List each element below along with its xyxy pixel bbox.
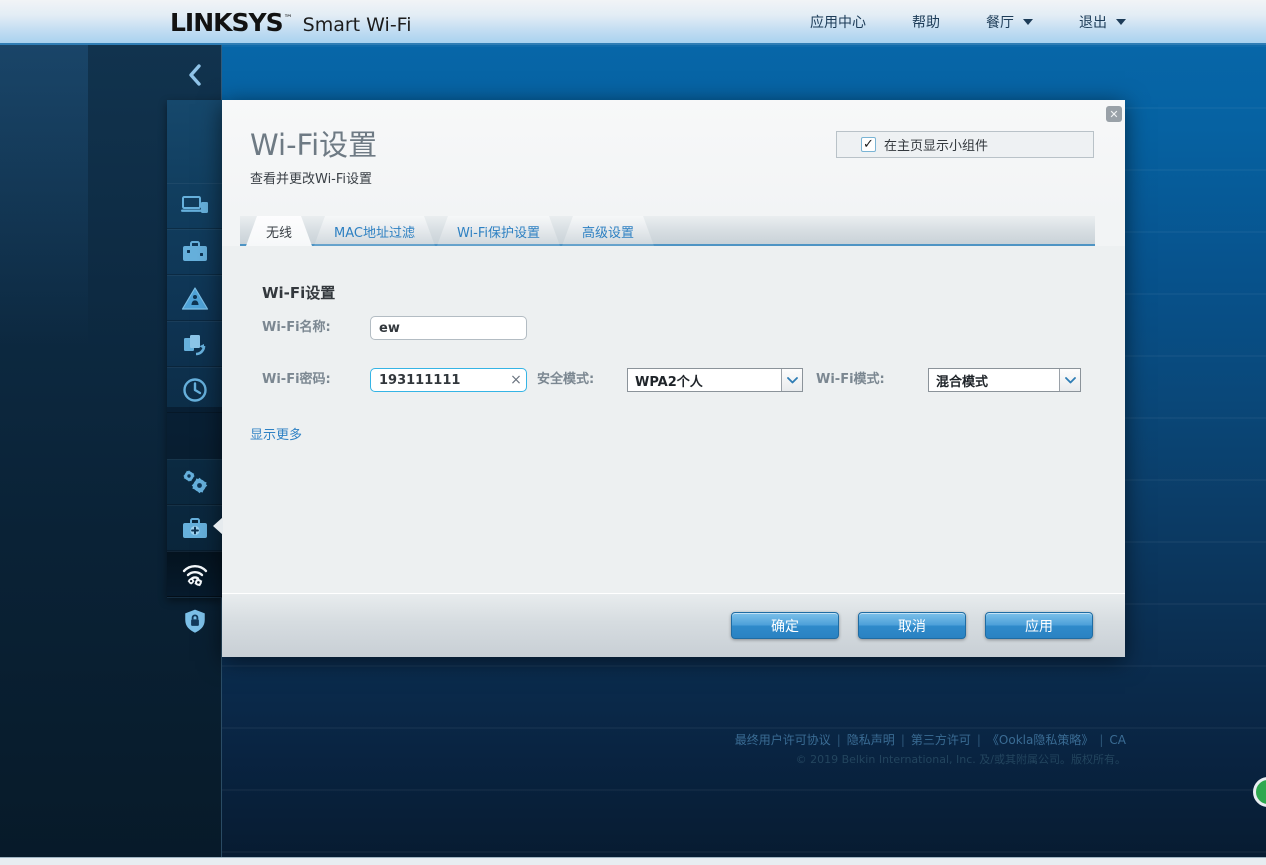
trademark-symbol: ™ [284, 14, 293, 24]
select-chevron-icon [1059, 369, 1080, 391]
nav-logout-menu[interactable]: 退出 [1079, 12, 1126, 32]
show-widget-checkbox[interactable]: ✓ [861, 137, 876, 152]
chevron-down-icon [1116, 19, 1126, 30]
wifi-password-input[interactable] [371, 373, 506, 388]
sidebar-item-parental-controls[interactable] [167, 275, 222, 321]
top-nav: 应用中心 帮助 餐厅 退出 [810, 0, 1126, 43]
linksys-logo: LINKSYS ™ Smart Wi-Fi [170, 8, 412, 38]
sidebar-item-guest-access[interactable] [167, 229, 222, 275]
logo-subtitle: Smart Wi-Fi [303, 14, 412, 36]
top-bar: LINKSYS ™ Smart Wi-Fi 应用中心 帮助 餐厅 退出 [0, 0, 1266, 45]
sidebar [167, 45, 222, 865]
apply-button[interactable]: 应用 [985, 612, 1093, 639]
modal-footer: 确定 取消 应用 [222, 593, 1125, 657]
close-icon: ✕ [1109, 108, 1118, 121]
link-ookla-privacy[interactable]: 《Ookla隐私策略》 [987, 733, 1093, 747]
connectivity-icon [180, 468, 210, 496]
page-subtitle: 查看并更改Wi-Fi设置 [250, 168, 372, 187]
media-prioritization-icon [181, 332, 209, 357]
modal-header: Wi-Fi设置 查看并更改Wi-Fi设置 ✓ 在主页显示小组件 ✕ [222, 100, 1125, 216]
copyright-text: © 2019 Belkin International, Inc. 及/或其附属… [735, 751, 1126, 767]
active-item-pointer-icon [213, 517, 223, 535]
tab-wifi-protected-setup[interactable]: Wi-Fi保护设置 [437, 216, 560, 246]
sidebar-item-speed-test[interactable] [167, 367, 222, 413]
wifi-mode-label: Wi-Fi模式: [816, 368, 885, 392]
link-privacy[interactable]: 隐私声明 [847, 733, 895, 747]
tab-wireless[interactable]: 无线 [246, 216, 312, 246]
tab-strip: 无线 MAC地址过滤 Wi-Fi保护设置 高级设置 [222, 216, 1125, 246]
back-chevron-icon [187, 64, 203, 86]
ok-button[interactable]: 确定 [731, 612, 839, 639]
speed-test-icon [182, 377, 208, 403]
show-widget-option: ✓ 在主页显示小组件 [836, 131, 1094, 158]
guest-access-icon [181, 240, 209, 264]
sidebar-collapse-button[interactable] [167, 55, 222, 95]
troubleshooting-icon [181, 516, 209, 541]
wifi-settings-modal: Wi-Fi设置 查看并更改Wi-Fi设置 ✓ 在主页显示小组件 ✕ 无线 MAC… [222, 100, 1125, 657]
wifi-name-label: Wi-Fi名称: [262, 316, 331, 340]
modal-content: Wi-Fi设置 Wi-Fi名称: Wi-Fi密码: × 安全模式: WPA2个人… [222, 246, 1125, 593]
nav-router-name-menu[interactable]: 餐厅 [986, 12, 1033, 32]
sidebar-item-media-prioritization[interactable] [167, 321, 222, 367]
page-title: Wi-Fi设置 [250, 122, 377, 164]
legal-links: 最终用户许可协议|隐私声明|第三方许可|《Ookla隐私策略》|CA [735, 731, 1126, 748]
link-third-party[interactable]: 第三方许可 [911, 733, 971, 747]
page-background: Wi-Fi设置 查看并更改Wi-Fi设置 ✓ 在主页显示小组件 ✕ 无线 MAC… [0, 45, 1266, 865]
screen: LINKSYS ™ Smart Wi-Fi 应用中心 帮助 餐厅 退出 [0, 0, 1266, 865]
cancel-button[interactable]: 取消 [858, 612, 966, 639]
chevron-down-icon [1023, 19, 1033, 30]
link-ca[interactable]: CA [1109, 733, 1126, 747]
security-mode-select[interactable]: WPA2个人 [627, 368, 803, 392]
wifi-name-input[interactable] [370, 316, 527, 340]
wireless-icon [179, 561, 211, 587]
security-mode-label: 安全模式: [537, 368, 594, 392]
link-eula[interactable]: 最终用户许可协议 [735, 733, 831, 747]
show-more-link[interactable]: 显示更多 [250, 424, 302, 443]
clear-password-icon[interactable]: × [506, 372, 526, 388]
devices-icon [180, 194, 210, 218]
wifi-mode-select[interactable]: 混合模式 [928, 368, 1081, 392]
sidebar-item-wireless[interactable] [167, 551, 222, 597]
sidebar-item-security[interactable] [167, 597, 222, 643]
sidebar-item-connectivity[interactable] [167, 459, 222, 505]
bottom-edge-bar [0, 857, 1266, 865]
wifi-password-label: Wi-Fi密码: [262, 368, 331, 392]
section-heading: Wi-Fi设置 [262, 282, 335, 303]
site-footer: 最终用户许可协议|隐私声明|第三方许可|《Ookla隐私策略》|CA © 201… [735, 731, 1126, 767]
tab-advanced-settings[interactable]: 高级设置 [562, 216, 654, 246]
select-chevron-icon [781, 369, 802, 391]
tab-mac-filtering[interactable]: MAC地址过滤 [314, 216, 435, 246]
wifi-password-field: × [370, 368, 527, 392]
show-widget-label: 在主页显示小组件 [884, 135, 988, 154]
nav-help[interactable]: 帮助 [912, 12, 940, 32]
security-icon [182, 608, 208, 634]
logo-text: LINKSYS [170, 8, 283, 37]
sidebar-item-devices[interactable] [167, 183, 222, 229]
parental-controls-icon [181, 286, 209, 311]
close-button[interactable]: ✕ [1106, 106, 1122, 122]
nav-app-center[interactable]: 应用中心 [810, 12, 866, 32]
